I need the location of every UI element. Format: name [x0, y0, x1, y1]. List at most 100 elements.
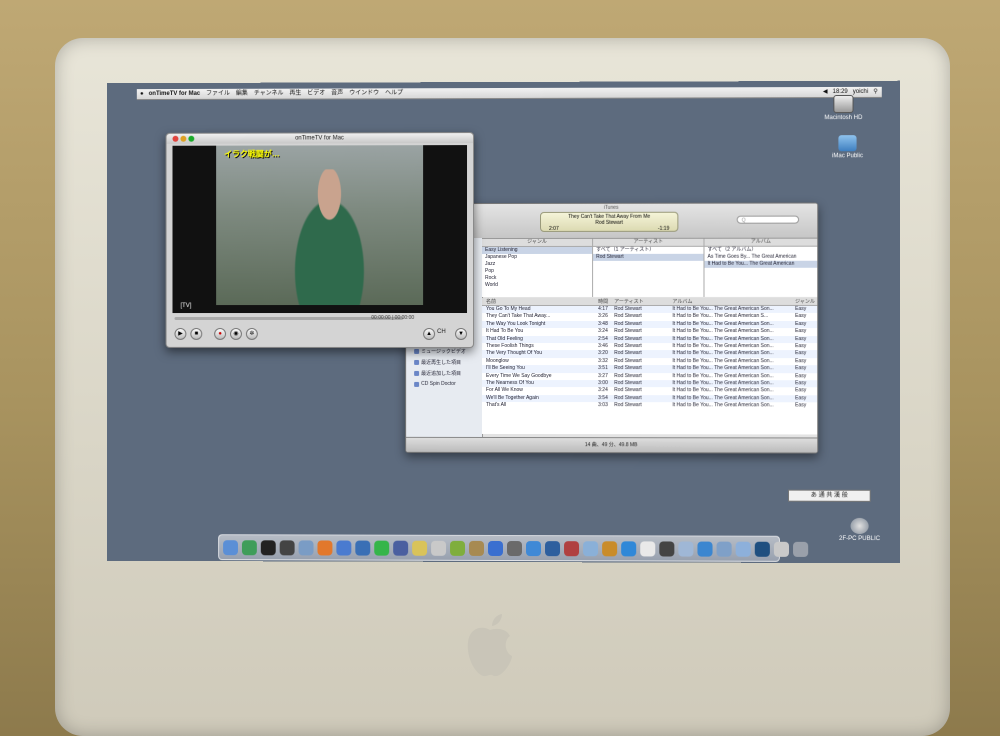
dock-app-icon[interactable] — [488, 540, 503, 555]
genre-item[interactable]: Jazz — [482, 261, 592, 268]
menu-help[interactable]: ヘルプ — [385, 88, 403, 98]
channel-down-button[interactable]: ▼ — [455, 328, 467, 340]
track-time: 3:46 — [598, 343, 612, 350]
dock-app-icon[interactable] — [336, 540, 351, 555]
record-button[interactable]: ● — [214, 328, 226, 340]
dock-app-icon[interactable] — [261, 540, 276, 555]
settings-icon[interactable]: ✲ — [246, 328, 258, 340]
col-album[interactable]: アルバム — [672, 298, 793, 305]
video-view[interactable]: イラク戦闘が… [TV] — [172, 145, 467, 313]
dock-app-icon[interactable] — [450, 540, 465, 555]
dock-app-icon[interactable] — [602, 541, 617, 556]
dock-app-icon[interactable] — [774, 541, 789, 556]
genre-item[interactable]: Pop — [482, 268, 592, 275]
col-time[interactable]: 時間 — [598, 298, 612, 305]
play-button[interactable]: ▶ — [174, 328, 186, 340]
dock-app-icon[interactable] — [507, 541, 522, 556]
search-input[interactable]: Q — [737, 216, 799, 224]
dock-app-icon[interactable] — [545, 541, 560, 556]
table-row[interactable]: It Had To Be You 3:24 Rod Stewart It Had to… — [482, 328, 817, 335]
menu-edit[interactable]: 編集 — [236, 89, 248, 99]
dock-app-icon[interactable] — [431, 540, 446, 555]
table-row[interactable]: That's All 3:03 Rod Stewart It Had to Be Yo… — [482, 402, 817, 410]
table-row[interactable]: These Foolish Things 3:46 Rod Stewart It Ha… — [482, 343, 817, 351]
dock-app-icon[interactable] — [583, 541, 598, 556]
column-header[interactable]: ジャンル — [482, 239, 592, 247]
zoom-button[interactable] — [188, 136, 194, 142]
menu-video[interactable]: ビデオ — [307, 89, 325, 99]
dock-app-icon[interactable] — [717, 541, 732, 556]
col-genre[interactable]: ジャンル — [795, 298, 817, 305]
app-menu[interactable]: onTimeTV for Mac — [149, 89, 200, 99]
col-artist[interactable]: アーティスト — [614, 298, 664, 305]
artist-item[interactable]: Rod Stewart — [593, 254, 703, 261]
dock-app-icon[interactable] — [755, 541, 770, 556]
dock-app-icon[interactable] — [223, 540, 238, 555]
desktop-icon-public[interactable]: iMac Public — [822, 135, 872, 159]
col-name[interactable]: 名前 — [486, 298, 570, 305]
track-genre: Easy — [795, 306, 817, 313]
dock-app-icon[interactable] — [526, 541, 541, 556]
table-row[interactable]: They Can't Take That Away... 3:26 Rod Stew… — [482, 313, 817, 320]
dock-app-icon[interactable] — [355, 540, 370, 555]
input-method-palette[interactable]: あ 通 共 漢 般 — [788, 490, 871, 502]
table-row[interactable]: You Go To My Head 4:17 Rod Stewart It Had t… — [482, 306, 817, 313]
dock-app-icon[interactable] — [659, 541, 674, 556]
track-album: It Had to Be You... The Great American S… — [672, 336, 793, 343]
dock-app-icon[interactable] — [393, 540, 408, 555]
minimize-button[interactable] — [180, 136, 186, 142]
channel-up-button[interactable]: ▲ — [423, 328, 435, 340]
dock-app-icon[interactable] — [793, 541, 808, 556]
seek-bar[interactable] — [174, 317, 403, 320]
spotlight-icon[interactable]: ⚲ — [873, 87, 877, 97]
genre-item[interactable]: Rock — [482, 275, 592, 282]
apple-menu-icon[interactable]: ● — [137, 89, 147, 99]
dock-app-icon[interactable] — [374, 540, 389, 555]
source-item[interactable]: 最近再生した項目 — [414, 359, 461, 366]
track-time: 3:00 — [598, 380, 612, 387]
column-header[interactable]: アルバム — [704, 239, 817, 247]
genre-item[interactable]: World — [482, 282, 592, 289]
album-item[interactable]: It Had to Be You... The Great American — [704, 261, 817, 268]
dock-app-icon[interactable] — [412, 540, 427, 555]
stop-button[interactable]: ■ — [190, 328, 202, 340]
dock-app-icon[interactable] — [299, 540, 314, 555]
window-title: onTimeTV for Mac — [295, 135, 344, 141]
table-row[interactable]: The Way You Look Tonight 3:48 Rod Stewart I… — [482, 321, 817, 328]
close-button[interactable] — [172, 136, 178, 142]
track-genre: Easy — [795, 358, 817, 365]
track-name: The Way You Look Tonight — [486, 321, 570, 328]
desktop-icon-network[interactable]: 2F-PC PUBLIC — [834, 518, 884, 542]
source-item[interactable]: ミュージックビデオ — [414, 348, 466, 355]
menu-play[interactable]: 再生 — [289, 89, 301, 99]
track-name: The Nearness Of You — [486, 380, 570, 387]
screen: ● onTimeTV for Mac ファイル 編集 チャンネル 再生 ビデオ … — [107, 81, 900, 564]
dock-app-icon[interactable] — [317, 540, 332, 555]
track-name: We'll Be Together Again — [486, 395, 570, 402]
track-album: It Had to Be You... The Great American S… — [672, 380, 793, 388]
dock-app-icon[interactable] — [697, 541, 712, 556]
column-header[interactable]: アーティスト — [593, 239, 703, 247]
dock-app-icon[interactable] — [280, 540, 295, 555]
table-row[interactable]: That Old Feeling 2:54 Rod Stewart It Had to… — [482, 336, 817, 343]
dock-app-icon[interactable] — [621, 541, 636, 556]
dock-app-icon[interactable] — [469, 540, 484, 555]
source-item[interactable]: 最近追加した項目 — [414, 370, 461, 377]
desktop-icon-hd[interactable]: Macintosh HD — [818, 95, 868, 121]
track-time: 3:54 — [598, 395, 612, 402]
menu-channel[interactable]: チャンネル — [254, 89, 284, 99]
menu-file[interactable]: ファイル — [206, 89, 230, 99]
menu-window[interactable]: ウインドウ — [349, 88, 379, 98]
dock-app-icon[interactable] — [564, 541, 579, 556]
dock-app-icon[interactable] — [736, 541, 751, 556]
dock-app-icon[interactable] — [640, 541, 655, 556]
now-playing-display[interactable]: They Can't Take That Away From Me Rod St… — [540, 212, 678, 232]
dock-app-icon[interactable] — [242, 540, 257, 555]
timecode: 00:00:00 | 00:00:00 — [371, 315, 414, 321]
source-item[interactable]: CD Spin Doctor — [414, 381, 456, 387]
genre-item[interactable]: Japanese Pop — [482, 254, 592, 261]
snapshot-icon[interactable]: ◉ — [230, 328, 242, 340]
track-album: It Had to Be You... The Great American S… — [672, 313, 793, 320]
menu-audio[interactable]: 音声 — [331, 88, 343, 98]
dock-app-icon[interactable] — [678, 541, 693, 556]
